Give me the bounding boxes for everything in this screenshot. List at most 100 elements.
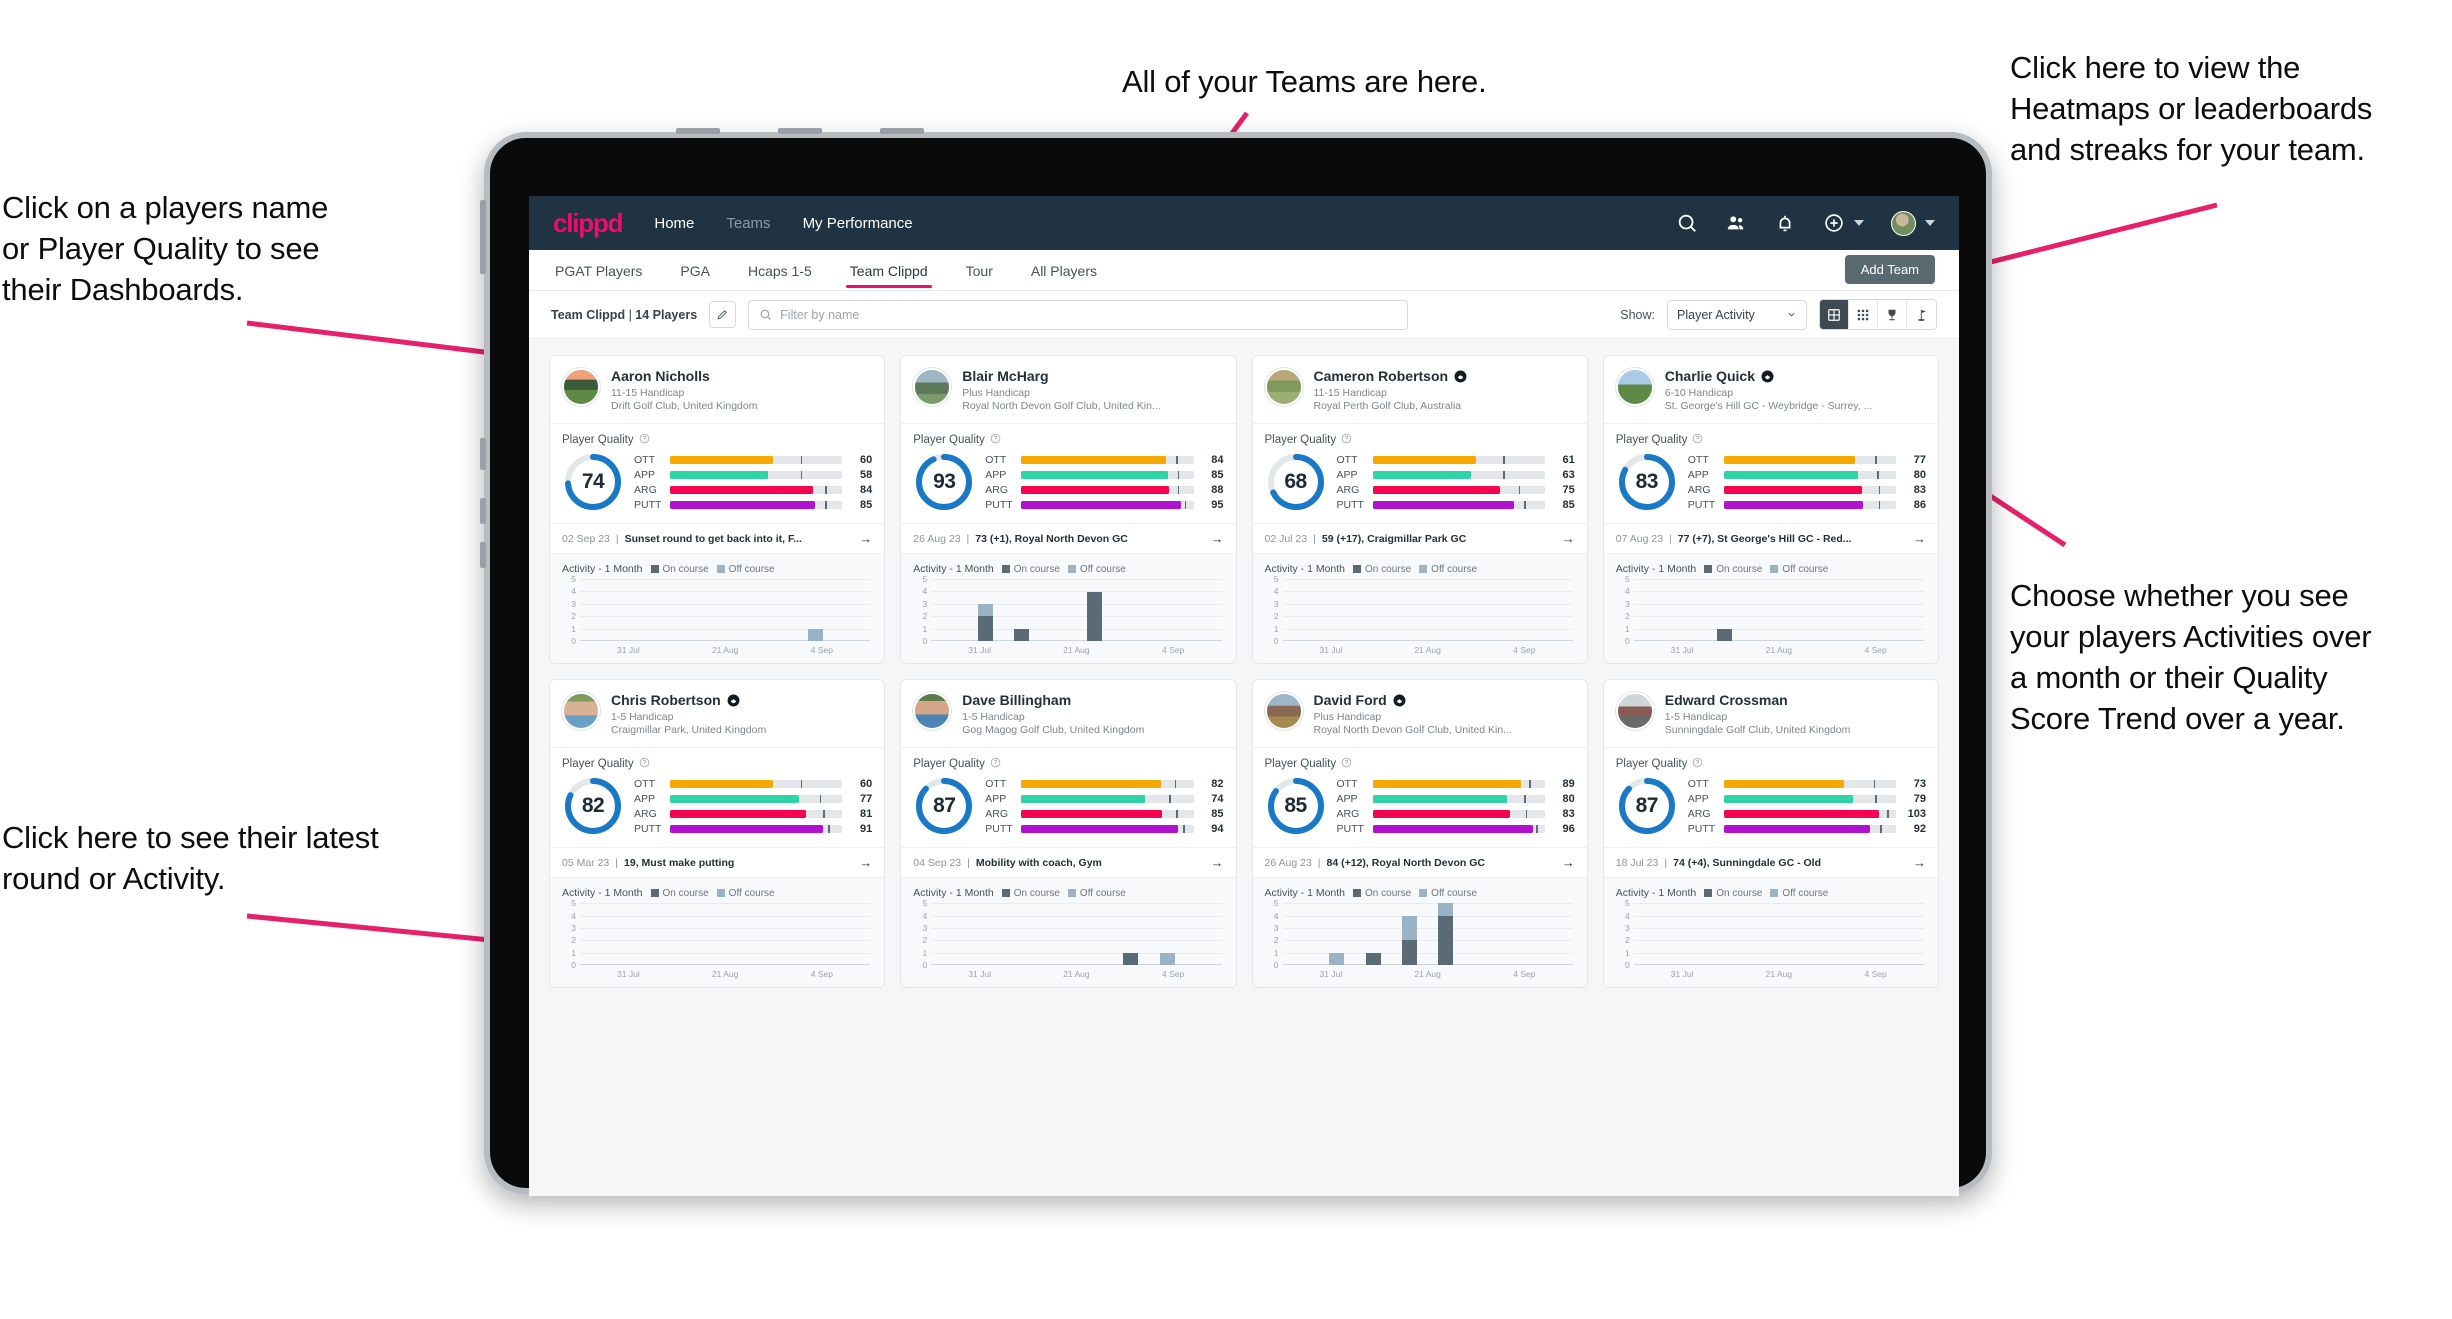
metric-bar [1021, 470, 1194, 479]
help-icon[interactable] [639, 757, 650, 771]
chart-y-axis: 543 21 0 [562, 898, 576, 970]
chart-x-label: 31 Jul [968, 969, 991, 980]
metric-value: 81 [860, 807, 873, 820]
player-quality-section[interactable]: Player Quality 82 OTT 60 APP 77 ARG 81 PUTT 91 [550, 747, 885, 847]
arrow-right-icon[interactable]: → [1556, 531, 1575, 546]
player-card-header[interactable]: Dave Billingham 1-5 Handicap Gog Magog Gol… [901, 680, 1235, 747]
player-card[interactable]: Charlie Quick 6-10 Handicap St. George's H… [1602, 355, 1939, 665]
latest-round-row[interactable]: 05 Mar 23 | 19, Must make putting → [550, 847, 885, 877]
help-icon[interactable] [639, 433, 650, 447]
tab-all-players[interactable]: All Players [1029, 253, 1099, 288]
player-card[interactable]: Blair McHarg Plus Handicap Royal North Dev… [900, 355, 1237, 665]
player-name[interactable]: Chris Robertson [611, 692, 766, 708]
latest-round-row[interactable]: 02 Sep 23 | Sunset round to get back into … [550, 523, 885, 553]
flag-heatmap-icon[interactable] [1907, 300, 1936, 329]
tab-tour[interactable]: Tour [964, 253, 995, 288]
player-name[interactable]: Edward Crossman [1665, 692, 1851, 708]
chart-bars [580, 903, 870, 965]
chart-y-label: 2 [1625, 935, 1630, 946]
latest-round-row[interactable]: 18 Jul 23 | 74 (+4), Sunningdale GC - Old → [1603, 847, 1938, 877]
player-avatar [1264, 692, 1303, 731]
chart-bar-slot [616, 903, 652, 965]
player-card-header[interactable]: Cameron Robertson 11-15 Handicap Royal Per… [1253, 356, 1587, 423]
chart-bar-stack [1087, 579, 1103, 642]
legend-off-course: Off course [1770, 888, 1828, 899]
chevron-down-icon[interactable] [1854, 220, 1864, 226]
arrow-right-icon[interactable]: → [1205, 855, 1224, 870]
player-card-header[interactable]: David Ford Plus Handicap Royal North Devon… [1253, 680, 1587, 747]
legend-swatch [1067, 889, 1076, 898]
player-name[interactable]: Cameron Robertson [1314, 368, 1468, 384]
latest-round-row[interactable]: 04 Sep 23 | Mobility with coach, Gym → [901, 847, 1236, 877]
grid-view-icon[interactable] [1820, 300, 1849, 329]
latest-round-row[interactable]: 07 Aug 23 | 77 (+7), St George's Hill GC -… [1603, 523, 1938, 553]
edit-team-button[interactable] [709, 301, 737, 328]
player-card[interactable]: Dave Billingham 1-5 Handicap Gog Magog Gol… [900, 679, 1237, 989]
tab-pgat-players[interactable]: PGAT Players [553, 253, 644, 288]
player-card[interactable]: Cameron Robertson 11-15 Handicap Royal Per… [1251, 355, 1588, 665]
help-icon[interactable] [1341, 757, 1352, 771]
player-quality-section[interactable]: Player Quality 93 OTT 84 APP 85 ARG 88 PUTT 95 [901, 423, 1236, 523]
arrow-right-icon[interactable]: → [1556, 855, 1575, 870]
metric-row: PUTT 92 [1688, 823, 1926, 835]
plus-circle-icon[interactable] [1823, 212, 1845, 234]
player-card-header[interactable]: Edward Crossman 1-5 Handicap Sunningdale G… [1604, 680, 1938, 747]
search-icon[interactable] [1676, 212, 1698, 234]
latest-round-row[interactable]: 26 Aug 23 | 73 (+1), Royal North Devon GC → [901, 523, 1236, 553]
player-name[interactable]: Blair McHarg [962, 368, 1160, 384]
player-quality-section[interactable]: Player Quality 83 OTT 77 APP 80 ARG 83 PUTT 86 [1603, 423, 1938, 523]
tab-team-clippd[interactable]: Team Clippd [845, 253, 932, 288]
arrow-right-icon[interactable]: → [853, 855, 872, 870]
help-icon[interactable] [990, 433, 1001, 447]
bell-icon[interactable] [1774, 212, 1796, 234]
player-quality-section[interactable]: Player Quality 74 OTT 60 APP 58 ARG 84 PUTT 85 [550, 423, 885, 523]
arrow-right-icon[interactable]: → [1907, 855, 1926, 870]
help-icon[interactable] [1692, 433, 1703, 447]
nav-link-my-performance[interactable]: My Performance [803, 215, 913, 232]
nav-link-home[interactable]: Home [654, 215, 694, 232]
player-quality-section[interactable]: Player Quality 68 OTT 61 APP 63 ARG 75 PUTT 85 [1252, 423, 1587, 523]
add-team-button[interactable]: Add Team [1844, 255, 1935, 284]
player-card[interactable]: Chris Robertson 1-5 Handicap Craigmillar P… [549, 679, 886, 989]
show-select[interactable]: Player Activity [1667, 299, 1807, 330]
avatar[interactable] [1891, 210, 1916, 236]
player-card-header[interactable]: Charlie Quick 6-10 Handicap St. George's H… [1604, 356, 1938, 423]
player-card[interactable]: Aaron Nicholls 11-15 Handicap Drift Golf C… [549, 355, 886, 665]
latest-round-row[interactable]: 26 Aug 23 | 84 (+12), Royal North Devon GC… [1252, 847, 1587, 877]
player-card[interactable]: David Ford Plus Handicap Royal North Devon… [1251, 679, 1588, 989]
nav-link-teams[interactable]: Teams [726, 215, 770, 232]
help-icon[interactable] [990, 757, 1001, 771]
player-name[interactable]: Charlie Quick [1665, 368, 1873, 384]
arrow-right-icon[interactable]: → [853, 531, 872, 546]
dense-grid-view-icon[interactable] [1849, 300, 1878, 329]
chart-bar-stack [772, 903, 787, 965]
people-icon[interactable] [1725, 212, 1747, 234]
chart-bar-slot [1815, 579, 1851, 641]
chevron-down-icon[interactable] [1925, 220, 1935, 226]
arrow-right-icon[interactable]: → [1205, 531, 1224, 546]
chart-bar-stack [1475, 903, 1490, 965]
player-quality-section[interactable]: Player Quality 87 OTT 73 APP 79 ARG 103 PUTT 92 [1603, 747, 1938, 847]
search-input[interactable]: Filter by name [748, 299, 1409, 330]
chart-bar-slot [798, 903, 834, 965]
clippd-logo[interactable]: clippd [553, 208, 624, 239]
team-count: 14 Players [635, 307, 698, 322]
player-name[interactable]: David Ford [1314, 692, 1512, 708]
player-card[interactable]: Edward Crossman 1-5 Handicap Sunningdale G… [1602, 679, 1939, 989]
help-icon[interactable] [1341, 433, 1352, 447]
player-card-header[interactable]: Chris Robertson 1-5 Handicap Craigmillar P… [550, 680, 884, 747]
player-card-header[interactable]: Blair McHarg Plus Handicap Royal North Dev… [901, 356, 1235, 423]
trophy-leaderboard-icon[interactable] [1878, 300, 1907, 329]
chart-bar-off-course [1329, 952, 1345, 966]
tab-pga[interactable]: PGA [678, 253, 712, 288]
player-name[interactable]: Aaron Nicholls [611, 368, 757, 384]
player-card-header[interactable]: Aaron Nicholls 11-15 Handicap Drift Golf C… [550, 356, 884, 423]
arrow-right-icon[interactable]: → [1907, 531, 1926, 546]
help-icon[interactable] [1692, 757, 1703, 771]
metric-bar-tick [1536, 824, 1538, 833]
latest-round-row[interactable]: 02 Jul 23 | 59 (+17), Craigmillar Park GC → [1252, 523, 1587, 553]
player-quality-section[interactable]: Player Quality 87 OTT 82 APP 74 ARG 85 PUTT 94 [901, 747, 1236, 847]
tab-hcaps-1-5[interactable]: Hcaps 1-5 [746, 253, 814, 288]
player-quality-section[interactable]: Player Quality 85 OTT 89 APP 80 ARG 83 PUTT 96 [1252, 747, 1587, 847]
player-name[interactable]: Dave Billingham [962, 692, 1144, 708]
